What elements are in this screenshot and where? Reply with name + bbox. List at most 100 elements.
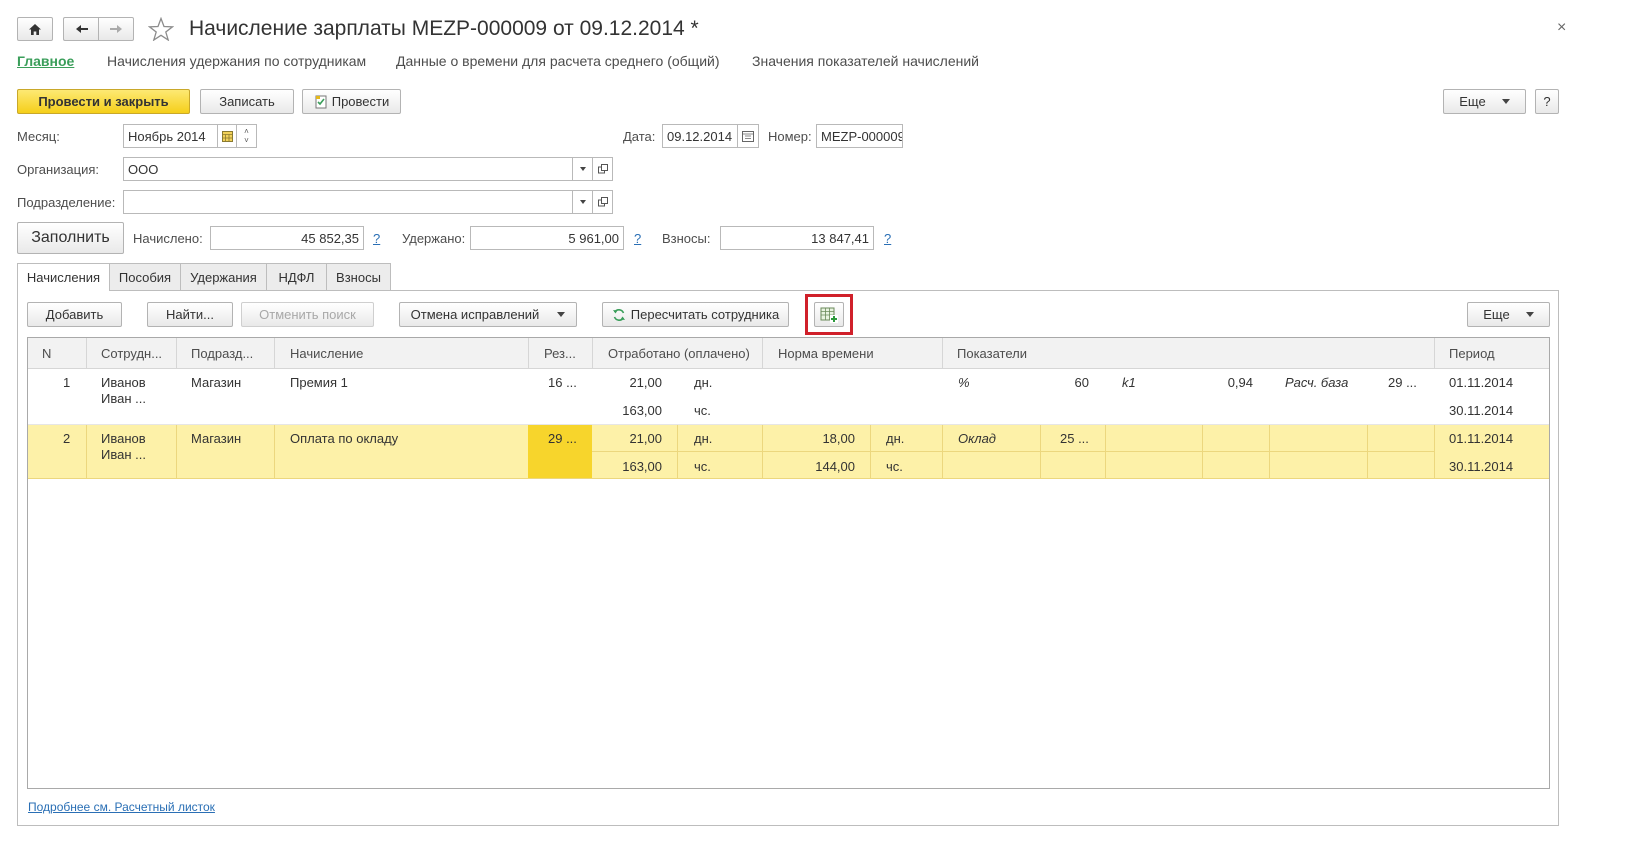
department-dropdown-button[interactable] (572, 190, 593, 214)
row2-separator (1202, 425, 1203, 478)
header-separator (762, 338, 763, 368)
withheld-help-icon[interactable]: ? (634, 231, 641, 246)
row2-separator (1434, 425, 1435, 478)
chevron-down-icon (1501, 99, 1510, 104)
spinner-up-icon: ˄ (244, 127, 249, 136)
tab-benefits[interactable]: Пособия (109, 263, 181, 290)
row2-days-unit: дн. (694, 431, 713, 446)
col-n[interactable]: N (42, 338, 51, 368)
more-button[interactable]: Еще (1443, 89, 1526, 114)
row2-norm-days-unit: дн. (886, 431, 905, 446)
chevron-down-icon (579, 200, 586, 204)
number-field[interactable]: MEZP-000009 (816, 124, 903, 148)
row2-employee: Иванов (101, 431, 146, 446)
nav-accruals-by-employee[interactable]: Начисления удержания по сотрудникам (107, 53, 366, 69)
row1-period-end: 30.11.2014 (1449, 403, 1514, 418)
row1-n: 1 (63, 375, 71, 390)
accrued-help-icon[interactable]: ? (373, 231, 380, 246)
date-picker-button[interactable] (737, 124, 759, 148)
row2-indicator1-name: Оклад (958, 431, 996, 446)
row1-indicator3-value: 29 ... (1388, 375, 1417, 390)
more-label: Еще (1459, 94, 1486, 109)
col-department[interactable]: Подразд... (191, 338, 253, 368)
row1-employee: Иванов (101, 375, 146, 390)
row1-days-unit: дн. (694, 375, 713, 390)
page-title: Начисление зарплаты MEZP-000009 от 09.12… (189, 17, 699, 40)
month-field[interactable]: Ноябрь 2014 (123, 124, 218, 148)
row2-separator (762, 425, 763, 478)
header-separator (86, 338, 87, 368)
add-button[interactable]: Добавить (27, 302, 122, 327)
col-norm[interactable]: Норма времени (778, 338, 874, 368)
contributions-label: Взносы: (662, 231, 711, 246)
row1-employee-l2: Иван ... (101, 391, 146, 406)
cancel-corrections-label: Отмена исправлений (410, 307, 540, 322)
col-period[interactable]: Период (1449, 338, 1495, 368)
withheld-field: 5 961,00 (470, 226, 624, 250)
cancel-search-button[interactable]: Отменить поиск (241, 302, 374, 327)
department-field[interactable] (123, 190, 573, 214)
nav-time-data[interactable]: Данные о времени для расчета среднего (о… (396, 53, 720, 69)
header-separator (274, 338, 275, 368)
contributions-help-icon[interactable]: ? (884, 231, 891, 246)
date-label: Дата: (623, 129, 656, 144)
save-button[interactable]: Записать (200, 89, 294, 114)
col-worked[interactable]: Отработано (оплачено) (608, 338, 750, 368)
month-spinner[interactable]: ˄ ˅ (236, 124, 257, 148)
chevron-down-icon (579, 167, 586, 171)
row2-employee-l2: Иван ... (101, 447, 146, 462)
post-and-close-button[interactable]: Провести и закрыть (17, 89, 190, 114)
home-button[interactable] (17, 17, 53, 41)
col-indicators[interactable]: Показатели (957, 338, 1027, 368)
number-label: Номер: (768, 129, 812, 144)
department-open-button[interactable] (592, 190, 613, 214)
col-result[interactable]: Рез... (544, 338, 576, 368)
row2-period-start: 01.11.2014 (1449, 431, 1514, 446)
help-button[interactable]: ? (1535, 89, 1559, 114)
department-label: Подразделение: (17, 195, 116, 210)
row2-norm-days: 18,00 (822, 431, 855, 446)
col-employee[interactable]: Сотрудн... (101, 338, 162, 368)
tab-ndfl[interactable]: НДФЛ (266, 263, 327, 290)
organization-label: Организация: (17, 162, 100, 177)
row1-indicator2-name: k1 (1122, 375, 1136, 390)
table-more-button[interactable]: Еще (1467, 302, 1550, 327)
row2-separator (1105, 425, 1106, 478)
close-icon[interactable]: × (1557, 19, 1566, 37)
header-separator (528, 338, 529, 368)
spinner-down-icon: ˅ (244, 136, 249, 145)
date-field[interactable]: 09.12.2014 (662, 124, 738, 148)
table-more-label: Еще (1483, 307, 1510, 322)
arrow-right-icon (110, 25, 122, 33)
fill-button[interactable]: Заполнить (17, 222, 124, 254)
row2-separator (1367, 425, 1368, 478)
row1-indicator1-name: % (958, 375, 970, 390)
row2-worked-days: 21,00 (629, 431, 662, 446)
header-separator (176, 338, 177, 368)
tab-deductions[interactable]: Удержания (180, 263, 267, 290)
back-button[interactable] (63, 17, 99, 41)
row2-separator (1269, 425, 1270, 478)
favorite-star-icon[interactable] (147, 16, 175, 44)
row1-accrual: Премия 1 (290, 375, 348, 390)
tab-accruals[interactable]: Начисления (17, 263, 110, 291)
nav-main[interactable]: Главное (17, 53, 74, 69)
post-button[interactable]: Провести (302, 89, 401, 114)
forward-button[interactable] (98, 17, 134, 41)
nav-indicator-values[interactable]: Значения показателей начислений (752, 53, 979, 69)
row2-separator (677, 425, 678, 478)
calendar-month-button[interactable] (217, 124, 237, 148)
cancel-corrections-button[interactable]: Отмена исправлений (399, 302, 577, 327)
payslip-link[interactable]: Подробнее см. Расчетный листок (28, 800, 215, 814)
header-separator (592, 338, 593, 368)
tab-contributions[interactable]: Взносы (326, 263, 391, 290)
organization-dropdown-button[interactable] (572, 157, 593, 181)
organization-field[interactable]: ООО (123, 157, 573, 181)
recalculate-employee-button[interactable]: Пересчитать сотрудника (602, 302, 789, 327)
chevron-down-icon (1525, 312, 1534, 317)
add-table-row-button[interactable] (814, 302, 844, 327)
col-accrual[interactable]: Начисление (290, 338, 363, 368)
organization-open-button[interactable] (592, 157, 613, 181)
find-button[interactable]: Найти... (147, 302, 233, 327)
refresh-icon (612, 308, 625, 321)
